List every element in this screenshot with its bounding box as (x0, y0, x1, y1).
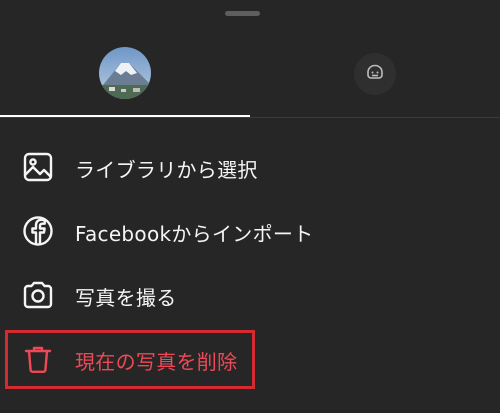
take-photo-button[interactable]: 写真を撮る (0, 266, 500, 326)
facebook-icon (21, 214, 55, 248)
choose-from-library-button[interactable]: ライブラリから選択 (0, 138, 500, 198)
import-from-facebook-label: Facebookからインポート (75, 222, 314, 246)
take-photo-label: 写真を撮る (75, 286, 177, 310)
sheet-grab-handle[interactable] (225, 11, 260, 16)
image-icon (21, 150, 55, 184)
bottom-sheet: ライブラリから選択 Facebookからインポート 写真を撮る 現在の写真を削除 (0, 0, 500, 413)
choose-from-library-label: ライブラリから選択 (75, 158, 258, 182)
tab-avatar[interactable] (250, 38, 500, 115)
avatar-icon (365, 62, 385, 86)
profile-photo-thumbnail (99, 47, 151, 99)
tabs-divider (0, 117, 500, 118)
import-from-facebook-button[interactable]: Facebookからインポート (0, 202, 500, 262)
photo-tabs (0, 38, 500, 118)
tab-profile-photo[interactable] (0, 38, 250, 115)
avatar-circle (354, 53, 396, 95)
camera-icon (21, 278, 55, 312)
highlight-annotation-box (5, 330, 255, 389)
